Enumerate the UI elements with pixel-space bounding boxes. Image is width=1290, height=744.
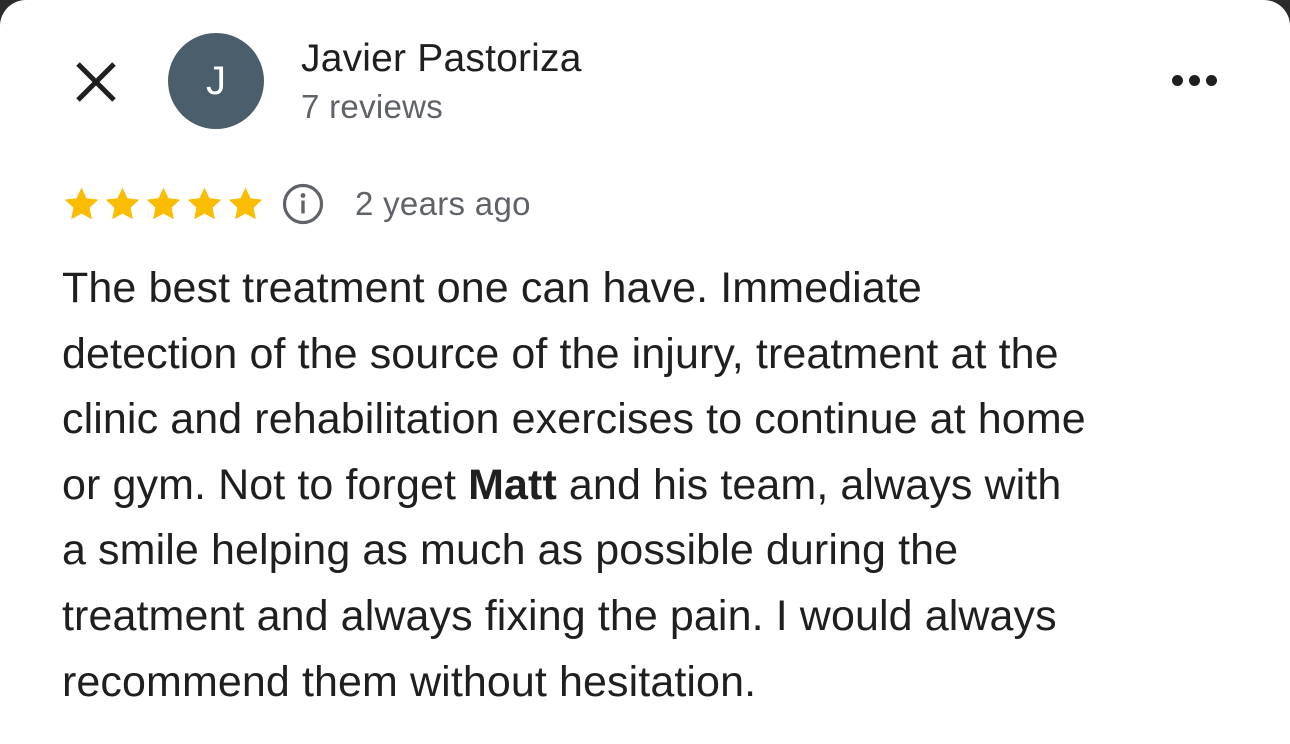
more-options-button[interactable] [1162,62,1226,98]
star-rating [62,185,265,224]
reviewer-review-count: 7 reviews [301,88,444,125]
review-text-line: clinic and rehabilitation exercises to c… [62,387,1242,453]
review-text-segment: recommend them without hesitation. [62,657,757,706]
review-text-segment: The best treatment one can have. Immedia… [62,264,922,312]
avatar-initial: J [206,59,226,103]
review-text-segment: or gym. Not to forget [62,460,469,509]
review-text-segment: treatment and always fixing the pain. I … [62,591,1057,640]
star-icon [228,187,263,219]
review-card: J Javier Pastoriza 7 reviews 2 years ago… [0,0,1290,744]
close-icon [76,62,116,102]
star-icon [64,187,99,219]
review-text-segment: clinic and rehabilitation exercises to c… [62,395,1086,444]
review-text-segment: a smile helping as much as possible duri… [62,526,959,575]
review-text-line: or gym. Not to forget Matt and his team,… [62,453,1242,519]
review-text-line: detection of the source of the injury, t… [62,322,1242,388]
info-icon [282,183,324,225]
review-text-segment: detection of the source of the injury, t… [62,329,1059,378]
review-text-line: a smile helping as much as possible duri… [62,518,1242,584]
reviewer-name[interactable]: Javier Pastoriza [301,37,582,82]
review-text: The best treatment one can have. Immedia… [62,256,1242,715]
avatar[interactable]: J [168,33,264,129]
more-horizontal-icon [1171,74,1217,86]
review-text-line: The best treatment one can have. Immedia… [62,256,1242,322]
star-icon [146,187,181,219]
review-text-line: treatment and always fixing the pain. I … [62,584,1242,650]
star-icon [105,187,140,219]
star-icon [187,187,222,219]
rating-row: 2 years ago [62,182,531,226]
info-button[interactable] [281,182,325,226]
review-text-highlight: Matt [468,460,557,509]
close-button[interactable] [70,56,122,108]
review-text-segment: and his team, always with [556,460,1062,509]
review-text-line: recommend them without hesitation. [62,650,1242,716]
review-date: 2 years ago [355,185,531,222]
